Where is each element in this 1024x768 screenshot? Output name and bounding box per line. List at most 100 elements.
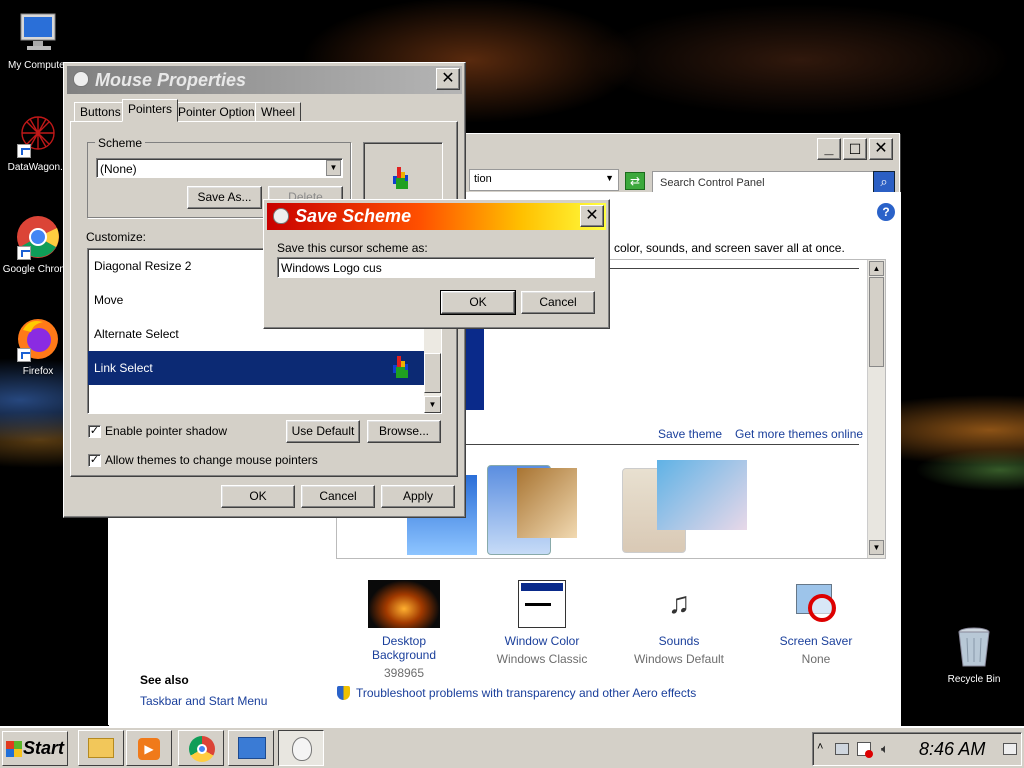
- chevron-down-icon[interactable]: ▼: [605, 173, 614, 183]
- close-button[interactable]: ✕: [436, 68, 460, 90]
- desktop-icon-label: Recycle Bin: [947, 674, 1001, 685]
- save-as-button[interactable]: Save As...: [187, 186, 262, 209]
- address-bar[interactable]: tion ▼: [469, 169, 619, 191]
- taskbar-control-panel-button[interactable]: [228, 730, 274, 766]
- close-button[interactable]: ✕: [869, 138, 893, 160]
- windows-logo-icon: [6, 741, 22, 757]
- sounds-item[interactable]: ♫ Sounds Windows Default: [624, 580, 734, 666]
- enable-shadow-label: Enable pointer shadow: [105, 424, 228, 438]
- desktop-icon-recycle-bin[interactable]: Recycle Bin: [934, 624, 1014, 685]
- address-text: tion: [474, 173, 492, 185]
- maximize-button[interactable]: ☐: [843, 138, 867, 160]
- item-label[interactable]: Screen Saver: [761, 634, 871, 648]
- window-color-item[interactable]: Window Color Windows Classic: [487, 580, 597, 666]
- flag-icon[interactable]: [857, 742, 873, 758]
- list-item-label: Move: [94, 293, 124, 307]
- screen-saver-icon: [792, 580, 840, 628]
- tab-pointers[interactable]: Pointers: [122, 99, 179, 122]
- browse-button[interactable]: Browse...: [367, 420, 441, 443]
- list-item-label: Link Select: [94, 361, 153, 375]
- cancel-button[interactable]: Cancel: [521, 291, 595, 314]
- allow-themes-checkbox[interactable]: ✓: [88, 454, 101, 467]
- dialog-title: Save Scheme: [295, 206, 412, 226]
- hand-pointer-icon: [393, 356, 408, 378]
- show-desktop-icon[interactable]: [1003, 743, 1017, 755]
- item-value: None: [801, 652, 831, 666]
- save-scheme-titlebar[interactable]: Save Scheme: [267, 203, 606, 230]
- cancel-button[interactable]: Cancel: [301, 485, 375, 508]
- use-default-button[interactable]: Use Default: [286, 420, 360, 443]
- computer-icon: [15, 10, 61, 56]
- item-label[interactable]: Sounds: [624, 634, 734, 648]
- taskbar-start-menu-link[interactable]: Taskbar and Start Menu: [140, 694, 267, 708]
- save-scheme-dialog[interactable]: Save Scheme ✕ Save this cursor scheme as…: [263, 199, 610, 329]
- scroll-down-icon[interactable]: ▼: [869, 540, 884, 555]
- scroll-thumb[interactable]: [869, 277, 884, 367]
- start-button[interactable]: Start: [2, 731, 68, 766]
- taskbar: Start ▶ ˄ 🔈︎ 8:46 AM: [0, 726, 1024, 768]
- list-item-selected[interactable]: Link Select: [88, 351, 426, 385]
- folder-icon: [88, 738, 114, 758]
- search-input[interactable]: Search Control Panel: [652, 171, 874, 193]
- volume-icon[interactable]: 🔈︎: [881, 741, 889, 757]
- taskbar-mouse-button[interactable]: [278, 730, 324, 766]
- theme-subtitle: color, sounds, and screen saver all at o…: [614, 241, 845, 255]
- ok-button[interactable]: OK: [440, 290, 516, 315]
- mouse-icon: [292, 737, 312, 761]
- close-button[interactable]: ✕: [580, 205, 604, 227]
- get-more-themes-link[interactable]: Get more themes online: [735, 427, 863, 441]
- mouse-icon: [273, 208, 289, 224]
- ok-button[interactable]: OK: [221, 485, 295, 508]
- clock[interactable]: 8:46 AM: [919, 739, 985, 760]
- taskbar-media-player-button[interactable]: ▶: [126, 730, 172, 766]
- datawagon-icon: [15, 112, 61, 158]
- chrome-icon: [189, 736, 215, 762]
- scroll-up-icon[interactable]: ▲: [869, 261, 884, 276]
- shield-icon: [337, 686, 350, 700]
- apply-button[interactable]: Apply: [381, 485, 455, 508]
- tab-wheel[interactable]: Wheel: [255, 102, 302, 122]
- search-icon[interactable]: ⌕: [873, 171, 895, 193]
- recycle-bin-icon: [951, 624, 997, 670]
- scroll-thumb[interactable]: [424, 353, 441, 393]
- screen-saver-item[interactable]: Screen Saver None: [761, 580, 871, 666]
- mouse-icon: [73, 71, 89, 87]
- refresh-icon[interactable]: ⇄: [625, 172, 645, 190]
- mouse-properties-titlebar[interactable]: Mouse Properties: [67, 66, 462, 94]
- troubleshoot-link[interactable]: Troubleshoot problems with transparency …: [356, 686, 696, 700]
- scheme-select[interactable]: (None) ▼: [96, 158, 343, 178]
- scheme-name-value: Windows Logo cus: [281, 261, 382, 275]
- theme-thumbnail[interactable]: [517, 468, 577, 538]
- chevron-down-icon[interactable]: ▼: [326, 160, 341, 176]
- chevron-up-icon[interactable]: ˄: [817, 741, 823, 753]
- customize-label: Customize:: [86, 230, 147, 244]
- item-label[interactable]: Desktop Background: [349, 634, 459, 662]
- save-theme-link[interactable]: Save theme: [658, 427, 722, 441]
- see-also-heading: See also: [140, 673, 189, 687]
- allow-themes-label: Allow themes to change mouse pointers: [105, 453, 318, 467]
- item-value: Windows Default: [633, 652, 725, 666]
- item-label[interactable]: Window Color: [487, 634, 597, 648]
- firefox-icon: [15, 316, 61, 362]
- help-icon[interactable]: ?: [877, 203, 895, 221]
- scheme-label: Scheme: [95, 136, 146, 150]
- sounds-icon: ♫: [667, 587, 691, 620]
- scroll-down-icon[interactable]: ▼: [424, 396, 441, 413]
- scrollbar[interactable]: ▲ ▼: [867, 260, 885, 558]
- desktop-background-item[interactable]: Desktop Background 398965: [349, 580, 459, 680]
- tab-buttons[interactable]: Buttons: [74, 102, 127, 122]
- desktop-background-icon: [368, 580, 440, 628]
- minimize-button[interactable]: _: [817, 138, 841, 160]
- control-panel-icon: [238, 737, 266, 759]
- scheme-name-input[interactable]: Windows Logo cus: [277, 257, 595, 278]
- enable-shadow-checkbox[interactable]: ✓: [88, 425, 101, 438]
- window-color-icon: [518, 580, 566, 628]
- start-label: Start: [23, 738, 65, 758]
- taskbar-chrome-button[interactable]: [178, 730, 224, 766]
- media-player-icon: ▶: [138, 738, 160, 760]
- tab-pointer-options[interactable]: Pointer Options: [172, 102, 267, 122]
- taskbar-explorer-button[interactable]: [78, 730, 124, 766]
- theme-thumbnail[interactable]: [657, 460, 747, 530]
- network-icon[interactable]: [835, 743, 849, 755]
- item-value: 398965: [383, 666, 425, 680]
